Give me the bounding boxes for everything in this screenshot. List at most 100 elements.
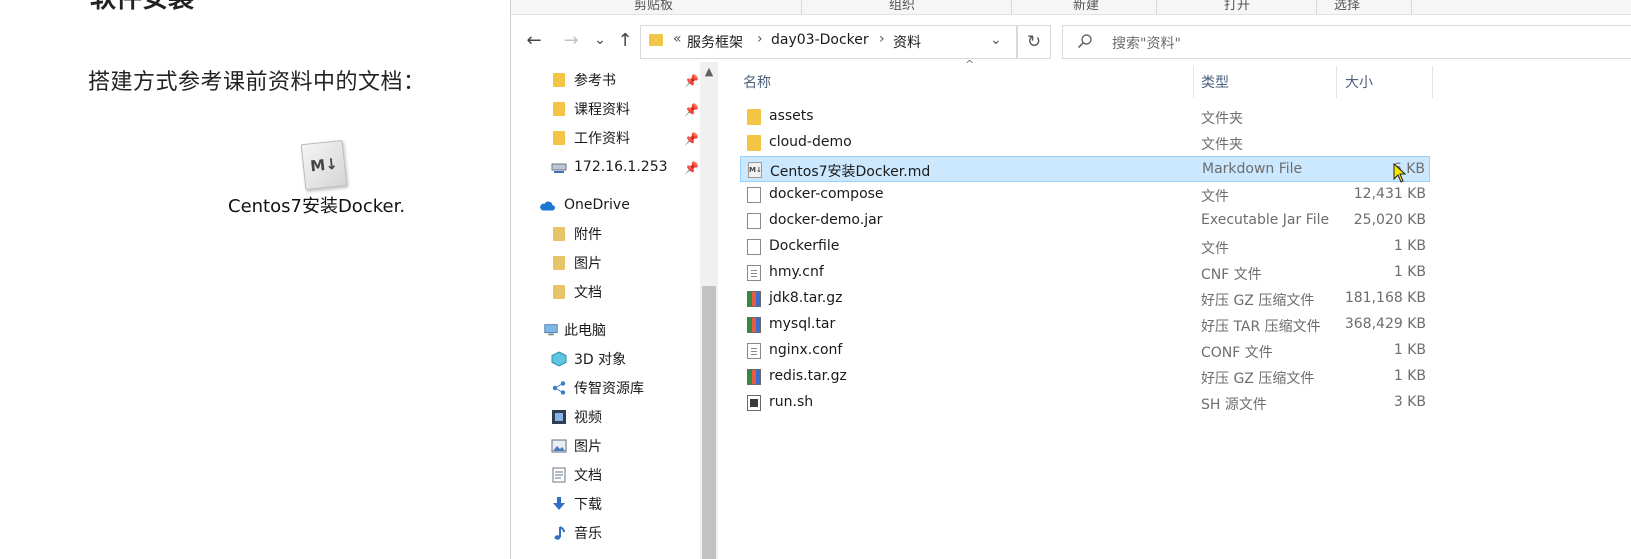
computer-icon xyxy=(544,324,558,336)
file-row[interactable]: run.sh SH 源文件 3 KB xyxy=(740,390,1430,416)
column-separator[interactable] xyxy=(1336,66,1337,98)
file-icon xyxy=(747,239,761,255)
ribbon-group-open[interactable]: 打开 xyxy=(1224,0,1250,13)
nav-item-documents[interactable]: 文档 xyxy=(511,461,701,489)
pin-icon: 📌 xyxy=(684,161,699,175)
nav-item-label: OneDrive xyxy=(564,197,630,213)
file-name: Centos7安装Docker.md xyxy=(770,164,931,180)
pin-icon: 📌 xyxy=(684,74,699,88)
file-type: 文件夹 xyxy=(1201,137,1243,153)
nav-item-onedrive-folder[interactable]: 附件 xyxy=(511,220,701,248)
nav-item-label: 此电脑 xyxy=(564,323,606,339)
breadcrumb-segment[interactable]: 服务框架 xyxy=(687,32,743,52)
ribbon-group-select[interactable]: 选择 xyxy=(1334,0,1360,13)
search-input[interactable]: 搜索"资料" xyxy=(1062,25,1631,59)
file-name: cloud-demo xyxy=(769,134,852,150)
nav-item-music[interactable]: 音乐 xyxy=(511,519,701,547)
documents-icon xyxy=(552,467,566,483)
network-share-icon xyxy=(552,381,566,395)
nav-item-quick-access[interactable]: 参考书 📌 xyxy=(511,66,701,94)
column-header-size[interactable]: 大小 xyxy=(1345,72,1373,92)
nav-item-onedrive-folder[interactable]: 文档 xyxy=(511,278,701,306)
mouse-cursor-icon xyxy=(1393,163,1407,183)
folder-icon xyxy=(553,285,565,299)
chevron-right-icon[interactable]: › xyxy=(879,31,885,47)
nav-item-downloads[interactable]: 下载 xyxy=(511,490,701,518)
file-row[interactable]: jdk8.tar.gz 好压 GZ 压缩文件 181,168 KB xyxy=(740,286,1430,312)
breadcrumb-segment[interactable]: day03-Docker xyxy=(771,32,869,48)
file-size: 1 KB xyxy=(1393,238,1426,254)
file-row[interactable]: hmy.cnf CNF 文件 1 KB xyxy=(740,260,1430,286)
attachment-caption[interactable]: Centos7安装Docker. xyxy=(228,192,405,218)
file-type: 好压 TAR 压缩文件 xyxy=(1201,319,1321,335)
file-icon xyxy=(747,213,761,229)
file-name: mysql.tar xyxy=(769,316,836,332)
chevron-right-icon[interactable]: › xyxy=(757,31,763,47)
folder-icon xyxy=(649,34,663,46)
forward-button[interactable]: → xyxy=(558,27,584,53)
column-header-type[interactable]: 类型 xyxy=(1201,72,1229,92)
ribbon-separator xyxy=(1011,0,1012,14)
file-row[interactable]: nginx.conf CONF 文件 1 KB xyxy=(740,338,1430,364)
column-header-name[interactable]: 名称 xyxy=(743,72,771,92)
file-row-selected[interactable]: M↓ Centos7安装Docker.md Markdown File 6 KB xyxy=(740,156,1430,182)
back-button[interactable]: ← xyxy=(521,27,547,53)
nav-pane-scrollbar[interactable]: ▲ xyxy=(700,62,718,559)
file-row[interactable]: redis.tar.gz 好压 GZ 压缩文件 1 KB xyxy=(740,364,1430,390)
nav-item-3d-objects[interactable]: 3D 对象 xyxy=(511,345,701,373)
ribbon: 剪贴板 组织 新建 打开 选择 xyxy=(511,0,1631,15)
file-explorer-window: 剪贴板 组织 新建 打开 选择 ← → ⌄ ↑ « 服务框架 › day03-D… xyxy=(510,0,1631,559)
nav-item-label: 音乐 xyxy=(574,526,602,542)
refresh-button[interactable]: ↻ xyxy=(1017,25,1051,59)
column-separator[interactable] xyxy=(1193,66,1194,98)
pictures-icon xyxy=(551,439,567,453)
markdown-attachment-icon[interactable]: M↓ xyxy=(300,139,348,191)
file-row[interactable]: assets 文件夹 xyxy=(740,104,1430,130)
file-row[interactable]: mysql.tar 好压 TAR 压缩文件 368,429 KB xyxy=(740,312,1430,338)
recent-locations-button[interactable]: ⌄ xyxy=(587,27,613,53)
file-name: assets xyxy=(769,108,814,124)
file-name: redis.tar.gz xyxy=(769,368,847,384)
ribbon-separator xyxy=(801,0,802,14)
nav-item-videos[interactable]: 视频 xyxy=(511,403,701,431)
up-button[interactable]: ↑ xyxy=(612,27,638,53)
file-size: 1 KB xyxy=(1393,264,1426,280)
nav-item-network-drive[interactable]: 172.16.1.253 📌 xyxy=(511,153,701,181)
nav-item-this-pc[interactable]: 此电脑 xyxy=(511,316,701,344)
address-bar[interactable]: « 服务框架 › day03-Docker › 资料 ⌄ xyxy=(640,25,1017,59)
scrollbar-thumb[interactable] xyxy=(702,286,716,559)
ribbon-group-new[interactable]: 新建 xyxy=(1073,0,1099,13)
file-size: 1 KB xyxy=(1393,368,1426,384)
address-overflow-icon[interactable]: « xyxy=(673,31,682,47)
file-type: Markdown File xyxy=(1202,161,1303,177)
ribbon-group-organize[interactable]: 组织 xyxy=(889,0,915,13)
nav-item-pictures[interactable]: 图片 xyxy=(511,432,701,460)
file-row[interactable]: docker-demo.jar Executable Jar File 25,0… xyxy=(740,208,1430,234)
nav-item-onedrive-folder[interactable]: 图片 xyxy=(511,249,701,277)
folder-icon xyxy=(553,227,565,241)
nav-item-label: 下载 xyxy=(574,497,602,513)
nav-item-onedrive[interactable]: OneDrive xyxy=(511,191,701,219)
navigation-pane: 参考书 📌 课程资料 📌 工作资料 📌 172.16.1.253 📌 OneDr… xyxy=(511,60,721,559)
file-row[interactable]: cloud-demo 文件夹 xyxy=(740,130,1430,156)
nav-item-quick-access[interactable]: 工作资料 📌 xyxy=(511,124,701,152)
archive-icon xyxy=(747,317,761,333)
file-size: 1 KB xyxy=(1393,342,1426,358)
scroll-up-icon[interactable]: ▲ xyxy=(700,62,718,80)
file-name: docker-compose xyxy=(769,186,884,202)
ribbon-separator xyxy=(1411,0,1412,14)
file-row[interactable]: docker-compose 文件 12,431 KB xyxy=(740,182,1430,208)
breadcrumb-segment[interactable]: 资料 xyxy=(893,32,921,52)
nav-item-network-share[interactable]: 传智资源库 xyxy=(511,374,701,402)
document-pane: 软件安装 搭建方式参考课前资料中的文档： M↓ Centos7安装Docker. xyxy=(0,0,510,559)
ribbon-separator xyxy=(1316,0,1317,14)
file-name: docker-demo.jar xyxy=(769,212,883,228)
file-row[interactable]: Dockerfile 文件 1 KB xyxy=(740,234,1430,260)
column-separator[interactable] xyxy=(1432,66,1433,98)
chevron-down-icon[interactable]: ⌄ xyxy=(990,32,1002,48)
nav-item-quick-access[interactable]: 课程资料 📌 xyxy=(511,95,701,123)
nav-item-label: 172.16.1.253 xyxy=(574,159,668,175)
nav-item-label: 附件 xyxy=(574,227,602,243)
ribbon-group-clipboard[interactable]: 剪贴板 xyxy=(634,0,673,13)
file-type: SH 源文件 xyxy=(1201,397,1267,413)
